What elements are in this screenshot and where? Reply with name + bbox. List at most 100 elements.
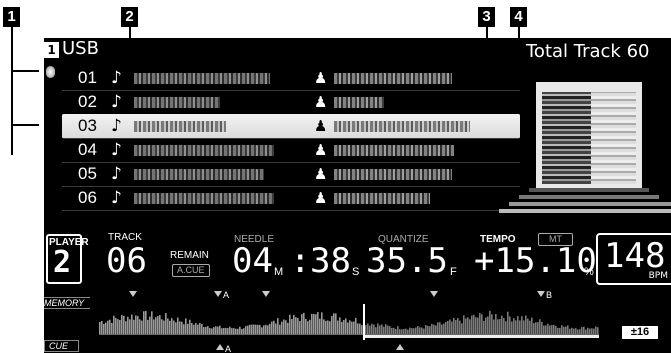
waveform-bar [167, 318, 169, 334]
artist-name-redacted [334, 145, 454, 156]
waveform-bar [117, 319, 119, 334]
track-row-number: 04 [78, 140, 97, 159]
waveform-bar [565, 326, 567, 334]
waveform-bar [331, 316, 333, 334]
waveform-bar [299, 320, 301, 334]
waveform-bar [533, 323, 535, 334]
waveform-bar [187, 323, 189, 334]
waveform-bar [173, 320, 175, 334]
waveform-bar [443, 323, 445, 334]
waveform-bar [109, 319, 111, 334]
cue-position-indicator [396, 344, 404, 350]
artist-name-redacted [334, 73, 452, 84]
track-row[interactable]: 03 ♪ ♟ [62, 114, 520, 139]
waveform-bar [507, 311, 509, 334]
waveform-bar [153, 319, 155, 334]
list-scroll-knob[interactable] [46, 66, 55, 78]
waveform-bar [499, 319, 501, 334]
track-title-redacted [134, 121, 226, 132]
waveform-bar [193, 324, 195, 334]
track-row-number: 02 [78, 92, 97, 111]
waveform-bar [593, 328, 595, 334]
waveform-bar [341, 321, 343, 334]
callout-1-bracket-bottom [11, 124, 39, 126]
playhead-marker[interactable] [363, 304, 365, 340]
waveform-bar [111, 322, 113, 334]
waveform-bar [445, 321, 447, 334]
waveform-bar [207, 326, 209, 334]
waveform-baseline [99, 334, 599, 335]
waveform-bar [429, 326, 431, 334]
artwork-stand-1 [529, 188, 649, 192]
track-row[interactable]: 05 ♪ ♟ [62, 162, 520, 187]
tempo-range-badge: ±16 [622, 326, 658, 339]
waveform-bar [497, 319, 499, 334]
waveform-bar [343, 320, 345, 334]
cue-marker-2 [262, 291, 270, 297]
waveform-bar [237, 328, 239, 334]
waveform-bar [553, 324, 555, 334]
waveform-bar [433, 324, 435, 334]
track-title-redacted [134, 97, 220, 108]
waveform-bar [557, 327, 559, 334]
waveform-bar [255, 324, 257, 334]
waveform-bar [419, 327, 421, 334]
time-colon: : [290, 241, 311, 281]
waveform-bar [323, 319, 325, 334]
waveform-bar [243, 328, 245, 334]
callout-1-bracket-top [11, 70, 39, 72]
waveform-bar [139, 319, 141, 334]
waveform-bar [413, 328, 415, 334]
track-title-redacted [134, 73, 270, 84]
waveform-bar [587, 327, 589, 334]
waveform-bar [383, 326, 385, 334]
waveform-bar [493, 319, 495, 334]
artist-name-redacted [334, 169, 452, 180]
waveform-bar [149, 316, 151, 334]
waveform-bar [295, 317, 297, 334]
waveform-bar [381, 324, 383, 334]
track-waveform[interactable] [99, 304, 599, 340]
waveform-bar [289, 314, 291, 334]
waveform-bar [239, 326, 241, 334]
waveform-bar [131, 314, 133, 334]
waveform-bar [277, 318, 279, 334]
waveform-bar [567, 325, 569, 334]
memory-tag: MEMORY [44, 297, 91, 309]
music-note-icon: ♪ [111, 140, 122, 160]
waveform-bar [325, 320, 327, 334]
waveform-bar [279, 324, 281, 334]
media-source-label[interactable]: USB [62, 38, 99, 60]
track-row[interactable]: 04 ♪ ♟ [62, 138, 520, 163]
waveform-bar [147, 319, 149, 334]
track-row[interactable]: 01 ♪ ♟ [62, 66, 520, 91]
track-row-number: 03 [78, 116, 97, 135]
track-row[interactable]: 06 ♪ ♟ [62, 186, 520, 211]
waveform-bar [595, 326, 597, 334]
waveform-bar [393, 327, 395, 334]
waveform-bar [441, 324, 443, 334]
waveform-bar [483, 320, 485, 334]
track-row-number: 05 [78, 164, 97, 183]
waveform-bar [583, 326, 585, 334]
waveform-bar [513, 318, 515, 334]
waveform-bar [225, 327, 227, 334]
waveform-bar [505, 321, 507, 334]
waveform-bar [319, 318, 321, 334]
waveform-bar [451, 321, 453, 334]
waveform-bar [155, 317, 157, 334]
waveform-bar [269, 323, 271, 334]
waveform-bar [375, 327, 377, 334]
callout-2: 2 [121, 7, 138, 27]
waveform-bar [561, 325, 563, 334]
waveform-bar [379, 325, 381, 334]
player-number: 2 [53, 245, 72, 280]
waveform-bar [251, 324, 253, 334]
waveform-bar [157, 316, 159, 334]
waveform-bar [169, 320, 171, 334]
track-row[interactable]: 02 ♪ ♟ [62, 90, 520, 115]
waveform-bar [101, 321, 103, 334]
waveform-bar [395, 329, 397, 334]
music-note-icon: ♪ [111, 116, 122, 136]
waveform-bar [293, 314, 295, 334]
